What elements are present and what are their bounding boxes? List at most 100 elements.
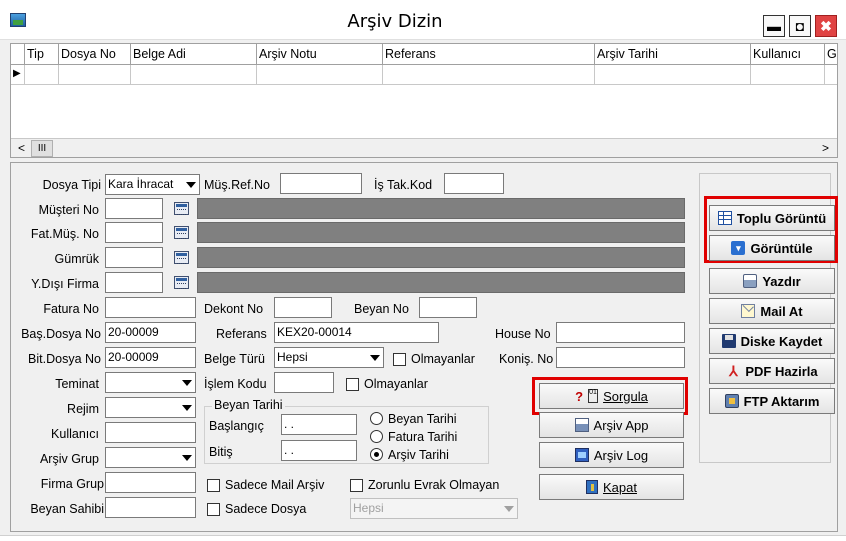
arsiv-grup-select[interactable] <box>105 447 196 468</box>
sorgula-button[interactable]: ? 01 Sorgula <box>539 383 684 409</box>
zorunlu-evrak-checkbox[interactable] <box>350 479 363 492</box>
table-cell[interactable] <box>595 65 751 85</box>
belge-turu-value: Hepsi <box>277 350 308 364</box>
chevron-down-icon <box>186 182 196 188</box>
diske-kaydet-button[interactable]: Diske Kaydet <box>709 328 835 354</box>
house-no-input[interactable] <box>556 322 685 343</box>
table-cell[interactable] <box>25 65 59 85</box>
mail-at-button[interactable]: Mail At <box>709 298 835 324</box>
yazdir-button[interactable]: Yazdır <box>709 268 835 294</box>
results-grid[interactable]: Tip Dosya No Belge Adi Arşiv Notu Refera… <box>10 43 838 158</box>
belge-turu-label: Belge Türü <box>204 352 265 366</box>
bitis-date-input[interactable]: . . <box>281 440 357 461</box>
column-header-dosya-no[interactable]: Dosya No <box>59 44 131 65</box>
referans-input[interactable]: KEX20-00014 <box>274 322 439 343</box>
radio-fatura-tarihi-label: Fatura Tarihi <box>388 430 458 444</box>
table-cell[interactable] <box>257 65 383 85</box>
olmayanlar-checkbox-2[interactable] <box>346 378 359 391</box>
beyan-no-label: Beyan No <box>354 302 409 316</box>
binary-icon: 01 <box>588 389 599 403</box>
ftp-aktarim-button[interactable]: FTP Aktarım <box>709 388 835 414</box>
olmayanlar-label-1: Olmayanlar <box>411 352 475 366</box>
fatura-no-input[interactable] <box>105 297 196 318</box>
scroll-left-button[interactable]: < <box>13 140 30 157</box>
firma-grup-input[interactable] <box>105 472 196 493</box>
arsiv-log-button[interactable]: Arşiv Log <box>539 442 684 468</box>
baslangic-date-input[interactable]: . . <box>281 414 357 435</box>
scroll-thumb[interactable]: III <box>31 140 53 157</box>
table-cell[interactable] <box>383 65 595 85</box>
goruntule-button[interactable]: ▾ Görüntüle <box>709 235 835 261</box>
column-header-referans[interactable]: Referans <box>383 44 595 65</box>
bas-dosya-no-input[interactable]: 20-00009 <box>105 322 196 343</box>
dosya-tipi-select[interactable]: Kara İhracat <box>105 174 200 195</box>
archive-window: Arşiv Dizin ▬ ◘ ✖ Tip Dosya No Belge Adi… <box>0 0 846 541</box>
radio-fatura-tarihi[interactable] <box>370 430 383 443</box>
grid-corner <box>11 44 25 65</box>
lookup-icon[interactable] <box>174 251 189 264</box>
radio-arsiv-tarihi[interactable] <box>370 448 383 461</box>
column-header-belge-adi[interactable]: Belge Adi <box>131 44 257 65</box>
is-tak-kod-input[interactable] <box>444 173 504 194</box>
bit-dosya-no-label: Bit.Dosya No <box>28 352 101 366</box>
grid-header: Tip Dosya No Belge Adi Arşiv Notu Refera… <box>11 44 837 65</box>
islem-kodu-input[interactable] <box>274 372 334 393</box>
maximize-button[interactable]: ◘ <box>789 15 811 37</box>
goruntule-button-label: Görüntüle <box>750 240 813 256</box>
radio-beyan-tarihi[interactable] <box>370 412 383 425</box>
sadece-mail-arsiv-checkbox[interactable] <box>207 479 220 492</box>
musteri-no-input[interactable] <box>105 198 163 219</box>
pdf-hazirla-button[interactable]: ⅄ PDF Hazirla <box>709 358 835 384</box>
mus-ref-no-input[interactable] <box>280 173 362 194</box>
table-cell[interactable] <box>751 65 825 85</box>
column-header-g[interactable]: G <box>825 44 837 65</box>
minimize-button[interactable]: ▬ <box>763 15 785 37</box>
table-cell[interactable] <box>131 65 257 85</box>
arsiv-app-button[interactable]: Arşiv App <box>539 412 684 438</box>
chevron-down-icon <box>182 455 192 461</box>
kapat-button[interactable]: Kapat <box>539 474 684 500</box>
toplu-goruntu-button[interactable]: Toplu Görüntü <box>709 205 835 231</box>
dekont-no-input[interactable] <box>274 297 332 318</box>
y-disi-firma-input[interactable] <box>105 272 163 293</box>
row-indicator-icon: ▶ <box>11 65 25 85</box>
column-header-arsiv-notu[interactable]: Arşiv Notu <box>257 44 383 65</box>
ftp-icon <box>724 394 739 408</box>
expand-down-icon: ▾ <box>731 241 746 255</box>
teminat-select[interactable] <box>105 372 196 393</box>
column-header-tip[interactable]: Tip <box>25 44 59 65</box>
table-row[interactable]: ▶ <box>11 65 837 85</box>
lookup-icon[interactable] <box>174 276 189 289</box>
fat-mus-no-input[interactable] <box>105 222 163 243</box>
horizontal-scrollbar[interactable]: < III > <box>11 138 837 157</box>
printer-icon <box>574 418 589 432</box>
disabled-filter-select: Hepsi <box>350 498 518 519</box>
bit-dosya-no-input[interactable]: 20-00009 <box>105 347 196 368</box>
mail-icon <box>741 304 756 318</box>
musteri-no-label: Müşteri No <box>38 203 99 217</box>
pdf-hazirla-button-label: PDF Hazirla <box>745 363 818 379</box>
rejim-select[interactable] <box>105 397 196 418</box>
column-header-arsiv-tarihi[interactable]: Arşiv Tarihi <box>595 44 751 65</box>
beyan-sahibi-input[interactable] <box>105 497 196 518</box>
lookup-icon[interactable] <box>174 202 189 215</box>
fatura-no-label: Fatura No <box>43 302 99 316</box>
belge-turu-select[interactable]: Hepsi <box>274 347 384 368</box>
olmayanlar-checkbox-1[interactable] <box>393 353 406 366</box>
sadece-dosya-checkbox[interactable] <box>207 503 220 516</box>
exit-door-icon <box>586 480 598 494</box>
kullanici-input[interactable] <box>105 422 196 443</box>
close-button[interactable]: ✖ <box>815 15 837 37</box>
konis-no-input[interactable] <box>556 347 685 368</box>
scroll-right-button[interactable]: > <box>817 140 834 157</box>
title-bar: Arşiv Dizin ▬ ◘ ✖ <box>0 0 846 40</box>
gumruk-input[interactable] <box>105 247 163 268</box>
beyan-no-input[interactable] <box>419 297 477 318</box>
table-cell[interactable] <box>59 65 131 85</box>
log-window-icon <box>574 448 589 462</box>
column-header-kullanici[interactable]: Kullanıcı <box>751 44 825 65</box>
chevron-down-icon <box>182 380 192 386</box>
pdf-icon: ⅄ <box>729 363 738 379</box>
chevron-down-icon <box>504 506 514 512</box>
lookup-icon[interactable] <box>174 226 189 239</box>
